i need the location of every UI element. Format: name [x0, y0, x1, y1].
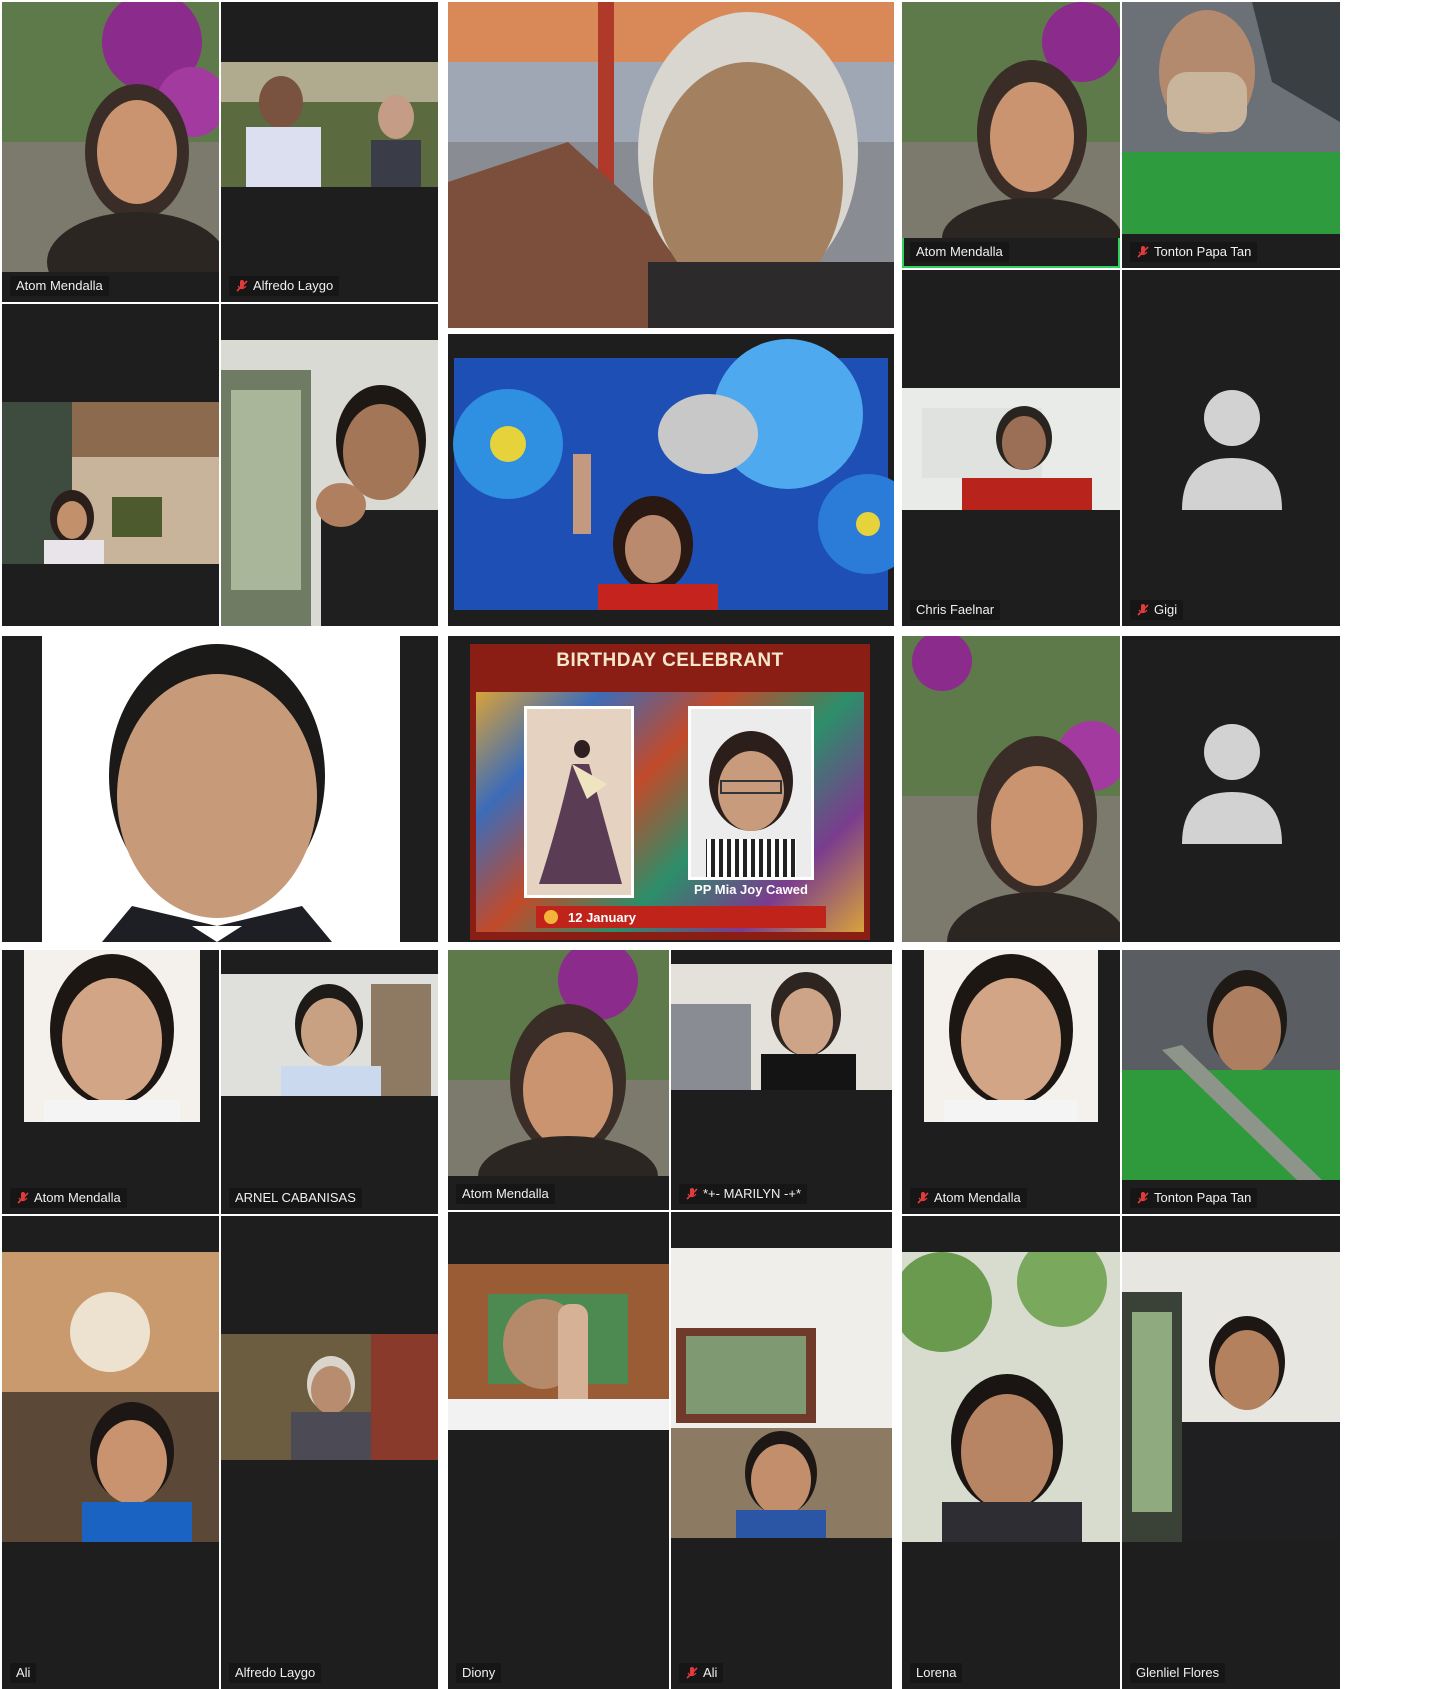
video-feed[interactable]: [448, 334, 894, 626]
video-feed: [902, 388, 1120, 510]
video-tile[interactable]: Atom Mendalla: [2, 2, 219, 302]
video-tile[interactable]: Tonton Papa Tan: [1122, 2, 1340, 268]
video-feed: [1122, 2, 1340, 234]
participant-name-label: *+- MARILYN -+*: [679, 1184, 808, 1204]
participant-name-label: Chris Faelnar: [910, 600, 1001, 620]
video-feed: [221, 1334, 438, 1460]
video-feed: [2, 2, 219, 272]
mic-muted-icon: [17, 1192, 29, 1204]
video-feed: [902, 636, 1120, 942]
celebrant-name: PP Mia Joy Cawed: [694, 882, 808, 897]
shared-screen[interactable]: BIRTHDAY CELEBRANT PP Mia Joy Cawed 12 J…: [448, 636, 894, 942]
video-tile[interactable]: Tonton Papa Tan: [1122, 950, 1340, 1214]
mic-muted-icon: [686, 1188, 698, 1200]
video-feed: [1122, 950, 1340, 1180]
screenshot-1: Atom Mendalla Alfredo Laygo: [0, 0, 440, 628]
screenshot-3: Atom Mendalla Tonton Papa Tan Chris Fael…: [902, 0, 1342, 628]
video-tile[interactable]: Glenliel Flores: [1122, 1216, 1340, 1689]
video-tile[interactable]: Atom Mendalla: [2, 950, 219, 1214]
video-feed: [902, 2, 1120, 238]
video-tile[interactable]: Ali: [2, 1216, 219, 1689]
screenshot-2: [448, 0, 894, 628]
video-tile[interactable]: Atom Mendalla: [448, 950, 669, 1210]
celebrant-photo: [688, 706, 814, 880]
video-feed: [902, 1252, 1120, 1542]
participant-name-label: Atom Mendalla: [10, 1188, 127, 1208]
dancer-illustration: [539, 740, 622, 884]
person-placeholder-icon: [1182, 724, 1282, 844]
birthday-title: BIRTHDAY CELEBRANT: [556, 650, 784, 671]
person-placeholder-icon: [1182, 390, 1282, 510]
participant-name-label: Ali: [679, 1663, 724, 1683]
video-tile[interactable]: [1122, 636, 1340, 942]
screenshot-7: Atom Mendalla ARNEL CABANISAS Ali Alfred…: [0, 950, 440, 1689]
video-feed: [924, 950, 1098, 1122]
video-feed[interactable]: [448, 2, 894, 328]
video-tile[interactable]: Ali: [671, 1212, 892, 1689]
video-feed: [221, 340, 438, 626]
artwork-panel: [524, 706, 634, 898]
video-tile[interactable]: *+- MARILYN -+*: [671, 950, 892, 1210]
video-tile[interactable]: [221, 304, 438, 626]
screenshot-5: BIRTHDAY CELEBRANT PP Mia Joy Cawed 12 J…: [448, 636, 894, 942]
mic-muted-icon: [686, 1667, 698, 1679]
mic-muted-icon: [917, 1192, 929, 1204]
video-tile[interactable]: Gigi: [1122, 270, 1340, 626]
video-feed: [1122, 1252, 1340, 1542]
screenshot-4: [0, 636, 440, 942]
video-feed: [221, 62, 438, 187]
video-tile[interactable]: Atom Mendalla: [902, 950, 1120, 1214]
video-feed: [448, 950, 669, 1176]
participant-name-label: Atom Mendalla: [456, 1184, 555, 1204]
mic-muted-icon: [236, 280, 248, 292]
video-tile[interactable]: [2, 304, 219, 626]
video-tile[interactable]: ARNEL CABANISAS: [221, 950, 438, 1214]
participant-name-label: Lorena: [910, 1663, 963, 1683]
video-feed: [2, 1252, 219, 1542]
video-feed: [24, 950, 200, 1122]
participant-name-label: Alfredo Laygo: [229, 276, 340, 296]
participant-name-label: Ali: [10, 1663, 37, 1683]
video-tile[interactable]: Alfredo Laygo: [221, 1216, 438, 1689]
screenshot-9: Atom Mendalla Tonton Papa Tan Lorena Gle…: [902, 950, 1342, 1689]
participant-name-label: Tonton Papa Tan: [1130, 242, 1258, 262]
mic-muted-icon: [1137, 604, 1149, 616]
participant-name-label: ARNEL CABANISAS: [229, 1188, 362, 1208]
participant-name-label: Alfredo Laygo: [229, 1663, 322, 1683]
mic-muted-icon: [1137, 1192, 1149, 1204]
video-tile[interactable]: Lorena: [902, 1216, 1120, 1689]
participant-name-label: Glenliel Flores: [1130, 1663, 1226, 1683]
video-tile[interactable]: [902, 636, 1120, 942]
date-banner: 12 January: [536, 906, 826, 928]
mic-muted-icon: [1137, 246, 1149, 258]
screenshot-8: Atom Mendalla *+- MARILYN -+* Diony Ali: [448, 950, 894, 1689]
screenshot-6: [902, 636, 1342, 942]
video-feed[interactable]: [2, 636, 438, 942]
video-feed: [2, 402, 219, 564]
participant-name-label: Tonton Papa Tan: [1130, 1188, 1258, 1208]
video-tile[interactable]: Alfredo Laygo: [221, 2, 438, 302]
participant-name-label: Atom Mendalla: [910, 242, 1009, 262]
birthday-card: BIRTHDAY CELEBRANT PP Mia Joy Cawed 12 J…: [470, 644, 870, 940]
video-feed: [221, 974, 438, 1096]
video-tile[interactable]: Diony: [448, 1212, 669, 1689]
video-feed: [671, 1248, 892, 1538]
sun-icon: [544, 910, 558, 924]
participant-name-label: Gigi: [1130, 600, 1184, 620]
video-feed: [671, 964, 892, 1090]
video-tile[interactable]: Chris Faelnar: [902, 270, 1120, 626]
participant-name-label: Atom Mendalla: [10, 276, 109, 296]
participant-name-label: Diony: [456, 1663, 502, 1683]
video-feed: [448, 1264, 669, 1430]
participant-name-label: Atom Mendalla: [910, 1188, 1027, 1208]
birthday-date: 12 January: [568, 909, 636, 925]
video-tile[interactable]: Atom Mendalla: [902, 2, 1120, 268]
